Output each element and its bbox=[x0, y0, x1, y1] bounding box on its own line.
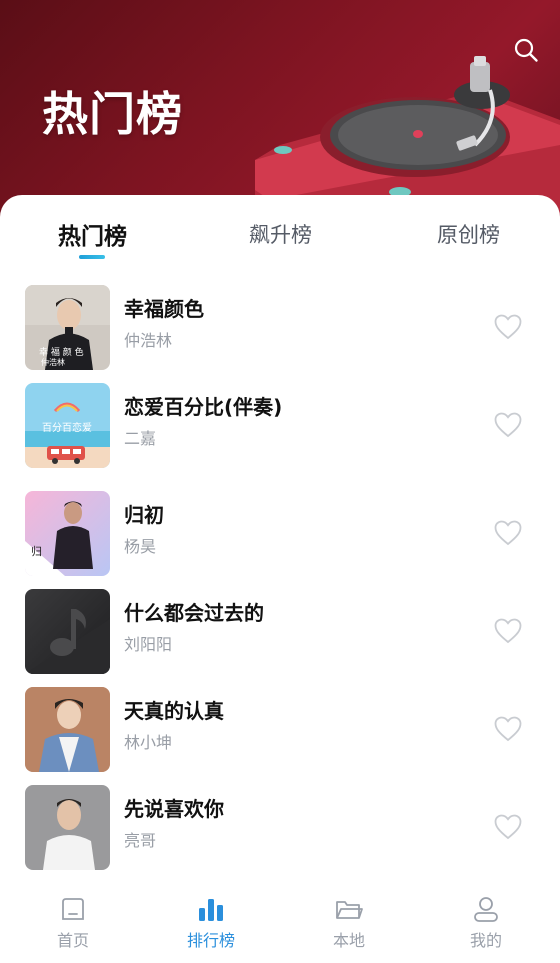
page-title: 热门榜 bbox=[42, 87, 183, 141]
favorite-heart-icon[interactable] bbox=[494, 618, 522, 644]
tab-original[interactable]: 原创榜 bbox=[437, 219, 500, 249]
tab-rising[interactable]: 飙升榜 bbox=[249, 219, 312, 249]
song-title: 幸福颜色 bbox=[124, 297, 204, 321]
album-cover bbox=[25, 785, 110, 870]
list-item[interactable]: 天真的认真 林小坤 bbox=[0, 687, 560, 773]
home-icon bbox=[62, 898, 84, 920]
song-artist: 林小坤 bbox=[124, 733, 173, 752]
album-cover: 归 bbox=[25, 491, 110, 576]
bottom-nav: 首页 排行榜 本地 我的 bbox=[0, 885, 560, 963]
nav-home-label: 首页 bbox=[56, 931, 89, 950]
nav-charts[interactable]: 排行榜 bbox=[161, 885, 261, 963]
cover-artist-label: 仲浩林 bbox=[41, 358, 65, 367]
nav-local[interactable]: 本地 bbox=[299, 885, 399, 963]
song-title: 天真的认真 bbox=[124, 699, 224, 723]
hero-banner: 热门榜 bbox=[0, 0, 560, 225]
song-title: 恋爱百分比(伴奏) bbox=[124, 395, 283, 419]
svg-text:百分百恋爱: 百分百恋爱 bbox=[42, 421, 92, 434]
favorite-heart-icon[interactable] bbox=[494, 314, 522, 340]
nav-home[interactable]: 首页 bbox=[23, 885, 123, 963]
album-cover bbox=[25, 687, 110, 772]
tab-hot[interactable]: 热门榜 bbox=[58, 217, 127, 251]
list-item[interactable]: 百分百恋爱 恋爱百分比(伴奏) 二嘉 bbox=[0, 383, 560, 469]
song-title: 先说喜欢你 bbox=[124, 797, 224, 821]
song-artist: 二嘉 bbox=[124, 429, 157, 448]
active-tab-indicator bbox=[79, 255, 105, 259]
album-cover: 幸 福 颜 色 仲浩林 bbox=[25, 285, 110, 370]
song-artist: 亮哥 bbox=[124, 831, 157, 850]
music-note-icon bbox=[50, 638, 74, 656]
svg-text:归: 归 bbox=[31, 544, 42, 558]
song-artist: 刘阳阳 bbox=[124, 635, 173, 654]
song-title: 归初 bbox=[124, 503, 164, 527]
chart-icon bbox=[199, 899, 223, 921]
folder-icon bbox=[336, 901, 363, 919]
song-title: 什么都会过去的 bbox=[124, 601, 264, 625]
song-artist: 仲浩林 bbox=[124, 331, 173, 350]
favorite-heart-icon[interactable] bbox=[494, 412, 522, 438]
list-item[interactable]: 什么都会过去的 刘阳阳 bbox=[0, 589, 560, 675]
album-cover bbox=[25, 589, 110, 674]
user-icon bbox=[474, 897, 498, 922]
content-sheet: 热门榜 飙升榜 原创榜 幸 福 颜 色 仲浩林 幸福颜色 仲浩林 百分百恋爱 恋… bbox=[0, 195, 560, 891]
nav-profile[interactable]: 我的 bbox=[436, 885, 536, 963]
chart-tabs: 热门榜 飙升榜 原创榜 bbox=[0, 195, 560, 275]
search-button[interactable] bbox=[508, 32, 544, 68]
list-item[interactable]: 幸 福 颜 色 仲浩林 幸福颜色 仲浩林 bbox=[0, 285, 560, 371]
album-cover: 百分百恋爱 bbox=[25, 383, 110, 468]
list-item[interactable]: 归 归初 杨昊 bbox=[0, 491, 560, 577]
nav-profile-label: 我的 bbox=[469, 931, 502, 950]
song-artist: 杨昊 bbox=[124, 537, 157, 556]
favorite-heart-icon[interactable] bbox=[494, 520, 522, 546]
favorite-heart-icon[interactable] bbox=[494, 814, 522, 840]
nav-charts-label: 排行榜 bbox=[186, 931, 235, 950]
search-icon bbox=[514, 38, 538, 62]
nav-local-label: 本地 bbox=[332, 931, 365, 950]
favorite-heart-icon[interactable] bbox=[494, 716, 522, 742]
list-item[interactable]: 先说喜欢你 亮哥 bbox=[0, 785, 560, 871]
